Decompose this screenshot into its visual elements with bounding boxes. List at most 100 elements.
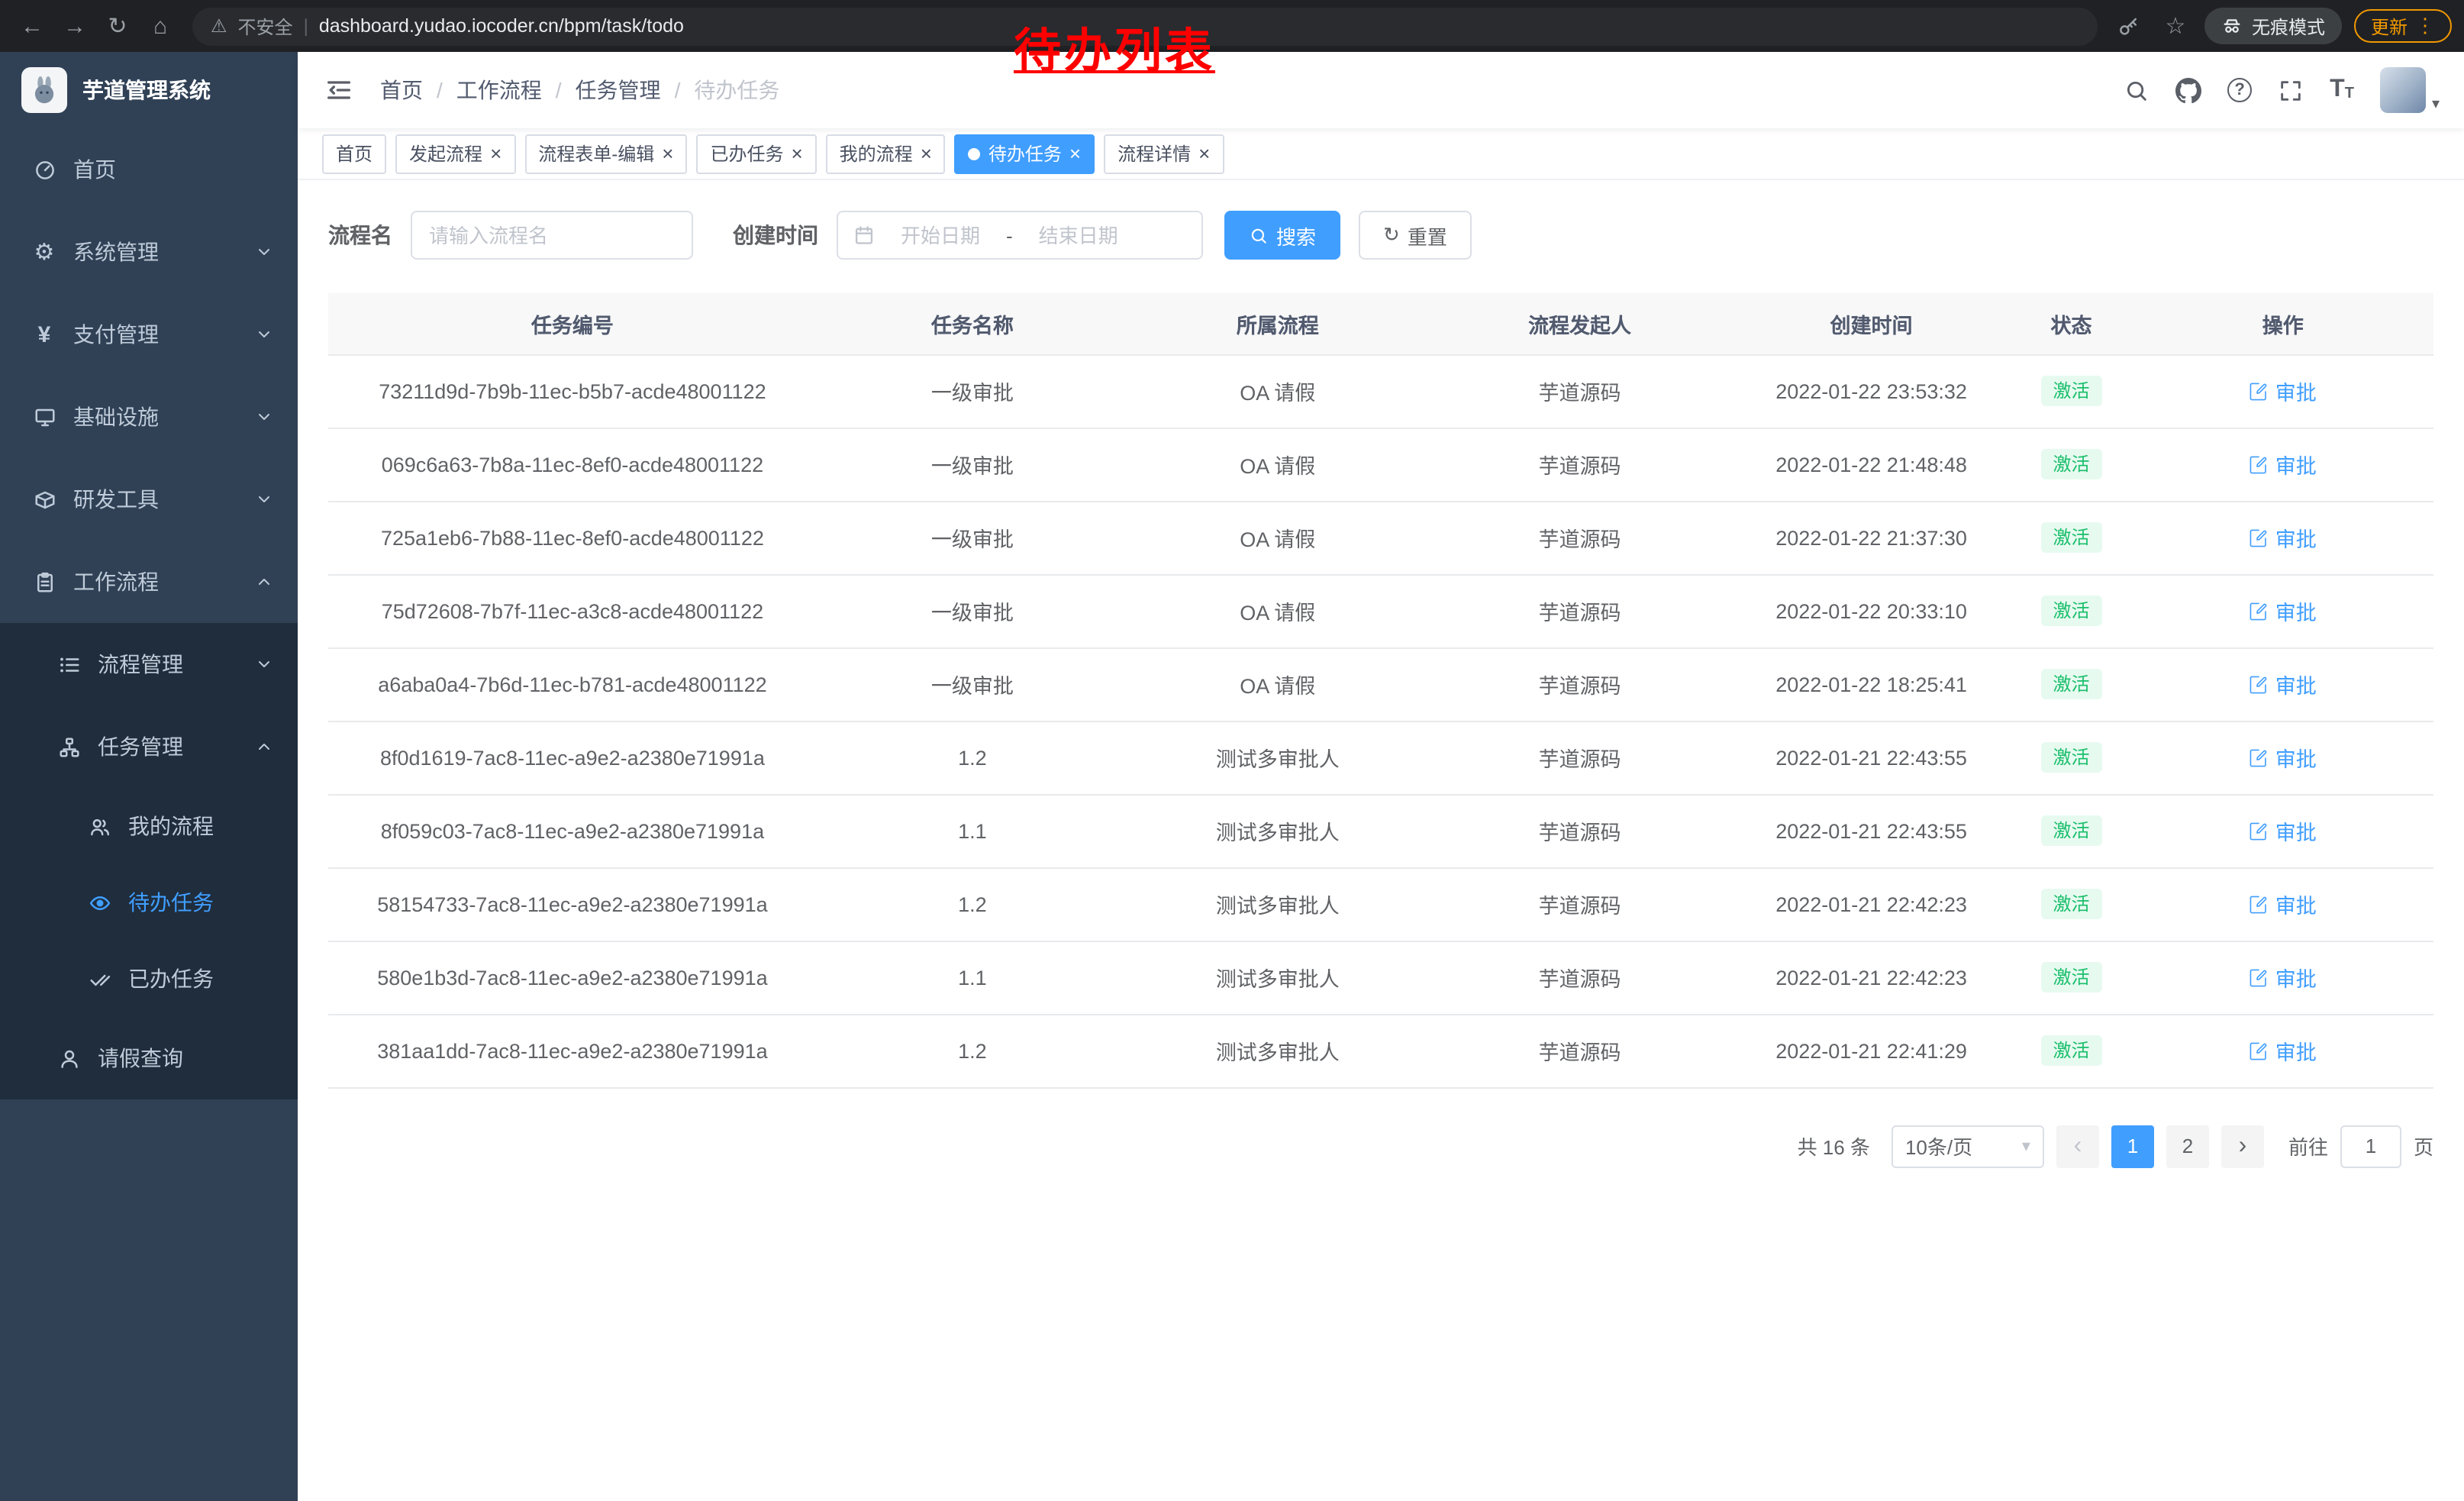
goto-page-input[interactable]	[2340, 1125, 2401, 1167]
page-2-button[interactable]: 2	[2166, 1125, 2209, 1167]
sidebar-item-workflow[interactable]: 工作流程	[0, 541, 298, 623]
password-key-icon[interactable]	[2113, 9, 2146, 43]
approve-link[interactable]: 审批	[2250, 376, 2317, 406]
start-date-input[interactable]	[884, 224, 997, 247]
breadcrumb-home[interactable]: 首页	[380, 75, 423, 105]
sidebar-item-payment[interactable]: ¥ 支付管理	[0, 293, 298, 376]
sidebar-toggle-button[interactable]	[322, 73, 356, 107]
navbar: 首页 / 工作流程 / 任务管理 / 待办任务 ?	[298, 52, 2464, 128]
close-icon[interactable]: ×	[921, 144, 932, 163]
tab-done-tasks[interactable]: 已办任务 ×	[696, 134, 816, 173]
search-button[interactable]: 搜索	[1224, 211, 1340, 260]
github-icon[interactable]	[2175, 77, 2201, 103]
cell-initiator: 芋道源码	[1427, 941, 1733, 1014]
sidebar-item-process-management[interactable]: 流程管理	[0, 623, 298, 705]
date-range-picker[interactable]: -	[837, 211, 1203, 260]
sidebar-item-leave-query[interactable]: 请假查询	[0, 1017, 298, 1099]
update-label: 更新	[2371, 13, 2408, 39]
approve-link[interactable]: 审批	[2250, 815, 2317, 846]
table-row: 58154733-7ac8-11ec-a9e2-a2380e71991a1.2测…	[328, 867, 2433, 941]
cell-create-time: 2022-01-21 22:41:29	[1733, 1014, 2011, 1087]
approve-link[interactable]: 审批	[2250, 669, 2317, 699]
cell-status: 激活	[2011, 941, 2133, 1014]
tab-todo-tasks[interactable]: 待办任务 ×	[955, 134, 1095, 173]
font-size-icon[interactable]: TT	[2330, 78, 2354, 102]
sidebar-item-infrastructure[interactable]: 基础设施	[0, 376, 298, 458]
cell-task-name: 1.2	[817, 867, 1128, 941]
process-name-input[interactable]	[411, 211, 693, 260]
bookmark-star-icon[interactable]: ☆	[2159, 9, 2192, 43]
sidebar-item-done-tasks[interactable]: 已办任务	[0, 941, 298, 1017]
edit-icon	[2250, 674, 2269, 694]
page-1-button[interactable]: 1	[2111, 1125, 2154, 1167]
sidebar-item-my-processes[interactable]: 我的流程	[0, 788, 298, 864]
col-task-name: 任务名称	[817, 293, 1128, 354]
sidebar-item-label: 我的流程	[128, 811, 273, 841]
list-icon	[55, 653, 82, 676]
cell-task-name: 一级审批	[817, 428, 1128, 501]
sidebar-item-todo-tasks[interactable]: 待办任务	[0, 864, 298, 941]
table-row: 75d72608-7b7f-11ec-a3c8-acde48001122一级审批…	[328, 574, 2433, 647]
cell-initiator: 芋道源码	[1427, 574, 1733, 647]
reset-button[interactable]: ↻ 重置	[1359, 211, 1472, 260]
browser-update-button[interactable]: 更新 ⋮	[2354, 9, 2452, 43]
breadcrumb-task-management[interactable]: 任务管理	[576, 75, 661, 105]
approve-link[interactable]: 审批	[2250, 889, 2317, 919]
breadcrumb-separator: /	[675, 78, 681, 102]
browser-home-button[interactable]: ⌂	[140, 6, 180, 46]
tab-start-process[interactable]: 发起流程 ×	[395, 134, 515, 173]
annotation-overlay: 待办列表	[1014, 12, 1215, 81]
breadcrumb-workflow[interactable]: 工作流程	[456, 75, 542, 105]
tab-home[interactable]: 首页	[322, 134, 386, 173]
tab-my-processes[interactable]: 我的流程 ×	[826, 134, 946, 173]
incognito-label: 无痕模式	[2252, 13, 2325, 39]
approve-label: 审批	[2275, 596, 2317, 626]
avatar[interactable]	[2380, 67, 2426, 113]
dashboard-icon	[31, 158, 58, 181]
approve-link[interactable]: 审批	[2250, 449, 2317, 479]
sidebar-item-home[interactable]: 首页	[0, 128, 298, 211]
navbar-actions: ? TT ▾	[2124, 67, 2440, 113]
fullscreen-icon[interactable]	[2278, 77, 2304, 103]
user-menu[interactable]: ▾	[2380, 67, 2440, 113]
next-page-button[interactable]: ›	[2221, 1125, 2264, 1167]
search-icon[interactable]	[2124, 77, 2150, 103]
edit-icon	[2250, 454, 2269, 474]
search-button-label: 搜索	[1276, 221, 1316, 250]
sidebar-item-task-management[interactable]: 任务管理	[0, 705, 298, 788]
close-icon[interactable]: ×	[791, 144, 802, 163]
tab-process-form-edit[interactable]: 流程表单-编辑 ×	[524, 134, 687, 173]
close-icon[interactable]: ×	[662, 144, 673, 163]
caret-down-icon: ▾	[2432, 96, 2440, 113]
browser-reload-button[interactable]: ↻	[98, 6, 137, 46]
tab-label: 发起流程	[409, 140, 482, 166]
page-size-select[interactable]: 10条/页 ▾	[1892, 1125, 2044, 1167]
status-badge: 激活	[2041, 669, 2102, 700]
approve-link[interactable]: 审批	[2250, 742, 2317, 773]
approve-link[interactable]: 审批	[2250, 596, 2317, 626]
end-date-input[interactable]	[1022, 224, 1135, 247]
approve-link[interactable]: 审批	[2250, 522, 2317, 553]
help-icon[interactable]: ?	[2227, 78, 2252, 102]
create-time-label: 创建时间	[733, 220, 818, 250]
calendar-icon	[853, 224, 875, 246]
close-icon[interactable]: ×	[1069, 144, 1081, 163]
approve-link[interactable]: 审批	[2250, 1035, 2317, 1066]
sidebar-item-system[interactable]: ⚙ 系统管理	[0, 211, 298, 293]
col-actions: 操作	[2133, 293, 2434, 354]
browser-forward-button[interactable]: →	[55, 6, 95, 46]
person-icon	[55, 1047, 82, 1070]
cell-status: 激活	[2011, 721, 2133, 794]
cell-process: 测试多审批人	[1128, 794, 1427, 867]
tab-process-detail[interactable]: 流程详情 ×	[1104, 134, 1224, 173]
prev-page-button[interactable]: ‹	[2056, 1125, 2099, 1167]
screen: ← → ↻ ⌂ ⚠ 不安全 | dashboard.yudao.iocoder.…	[0, 0, 2464, 1501]
browser-chrome: ← → ↻ ⌂ ⚠ 不安全 | dashboard.yudao.iocoder.…	[0, 0, 2464, 52]
close-icon[interactable]: ×	[1198, 144, 1210, 163]
approve-link[interactable]: 审批	[2250, 962, 2317, 993]
browser-back-button[interactable]: ←	[12, 6, 52, 46]
reset-button-label: 重置	[1408, 221, 1447, 250]
clipboard-icon	[31, 570, 58, 593]
sidebar-item-devtools[interactable]: 研发工具	[0, 458, 298, 541]
close-icon[interactable]: ×	[490, 144, 502, 163]
